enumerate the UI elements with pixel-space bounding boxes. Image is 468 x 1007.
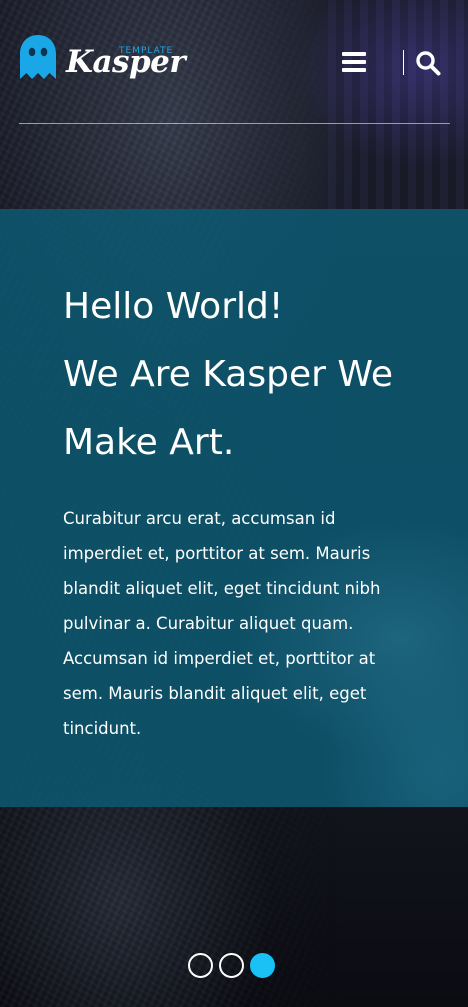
search-icon[interactable] xyxy=(415,50,441,76)
header: TEMPLATE Kasper xyxy=(19,30,450,124)
slider-bullet-3-active[interactable] xyxy=(250,953,275,978)
logo-name: Kasper xyxy=(66,44,186,80)
hero-box: Hello World! We Are Kasper We Make Art. … xyxy=(0,209,468,807)
logo[interactable]: TEMPLATE Kasper xyxy=(19,34,186,90)
hero-title-line-3: Make Art. xyxy=(63,422,235,463)
hero-title-line-1: Hello World! xyxy=(63,286,284,327)
slider-bullet-2[interactable] xyxy=(219,953,244,978)
page: TEMPLATE Kasper Hello World! We Are Kasp… xyxy=(0,0,468,1007)
slider-bullets xyxy=(188,953,275,978)
hero-title: Hello World! We Are Kasper We Make Art. xyxy=(63,273,443,477)
hero-description: Curabitur arcu erat, accumsan id imperdi… xyxy=(63,509,381,738)
hero-title-line-2: We Are Kasper We xyxy=(63,354,393,395)
ghost-icon xyxy=(20,35,56,79)
slider-bullet-1[interactable] xyxy=(188,953,213,978)
nav-divider xyxy=(403,50,404,75)
menu-bars-icon[interactable] xyxy=(342,52,368,74)
